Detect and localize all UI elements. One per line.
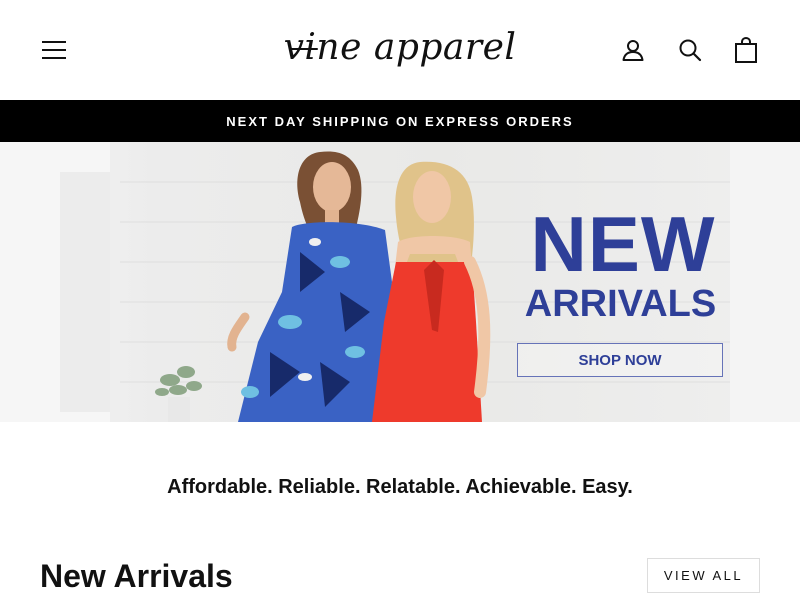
announcement-bar: NEXT DAY SHIPPING ON EXPRESS ORDERS [0,100,800,142]
section-title: New Arrivals [40,558,233,594]
user-icon[interactable] [617,34,649,66]
hero-title: NEW [530,200,716,288]
logo-text: vine apparel [283,27,517,68]
logo-swash [290,48,318,50]
announcement-text: NEXT DAY SHIPPING ON EXPRESS ORDERS [226,113,574,129]
view-all-button[interactable]: VIEW ALL [647,558,760,593]
brand-tagline: Affordable. Reliable. Relatable. Achieva… [167,476,633,498]
search-icon[interactable] [674,34,706,66]
site-header: vine apparel [0,0,800,100]
hero-banner[interactable]: NEW ARRIVALS SHOP NOW [0,142,800,422]
hero-subtitle: ARRIVALS [524,283,717,325]
site-logo[interactable]: vine apparel [280,18,520,78]
shop-now-button[interactable]: SHOP NOW [517,343,723,377]
shopping-bag-icon[interactable] [730,34,762,66]
hamburger-menu-icon[interactable] [38,34,70,66]
